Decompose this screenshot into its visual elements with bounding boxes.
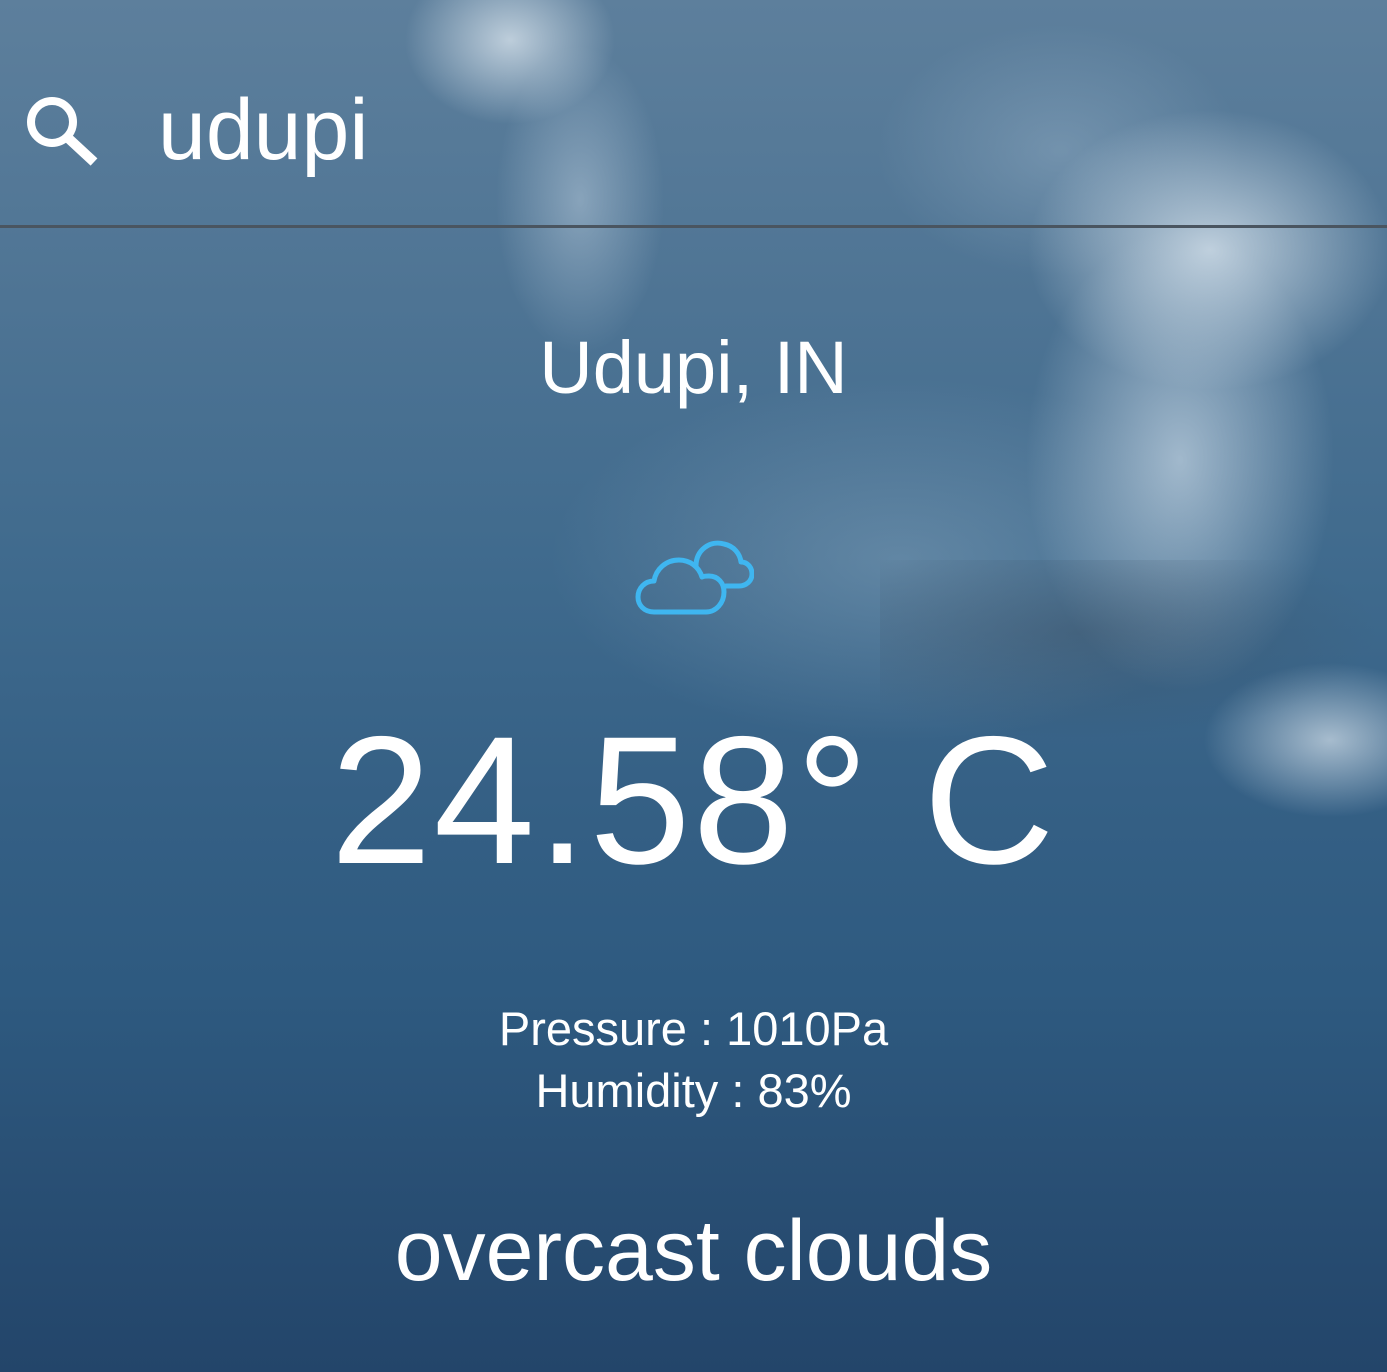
weather-details: Pressure : 1010Pa Humidity : 83%	[0, 998, 1387, 1122]
weather-screen: Udupi, IN 24.58° C Pressure : 1010Pa Hum…	[0, 0, 1387, 1372]
pressure-label: Pressure : 1010Pa	[498, 1002, 889, 1055]
temperature-value: 24.58° C	[330, 698, 1057, 902]
cloud-icon	[634, 536, 755, 618]
humidity-label: Humidity : 83%	[535, 1064, 852, 1117]
search-icon[interactable]	[22, 92, 100, 166]
search-input[interactable]	[158, 70, 1338, 190]
location-label: Udupi, IN	[539, 326, 848, 409]
weather-description: overcast clouds	[394, 1203, 993, 1299]
search-bar	[0, 0, 1387, 228]
